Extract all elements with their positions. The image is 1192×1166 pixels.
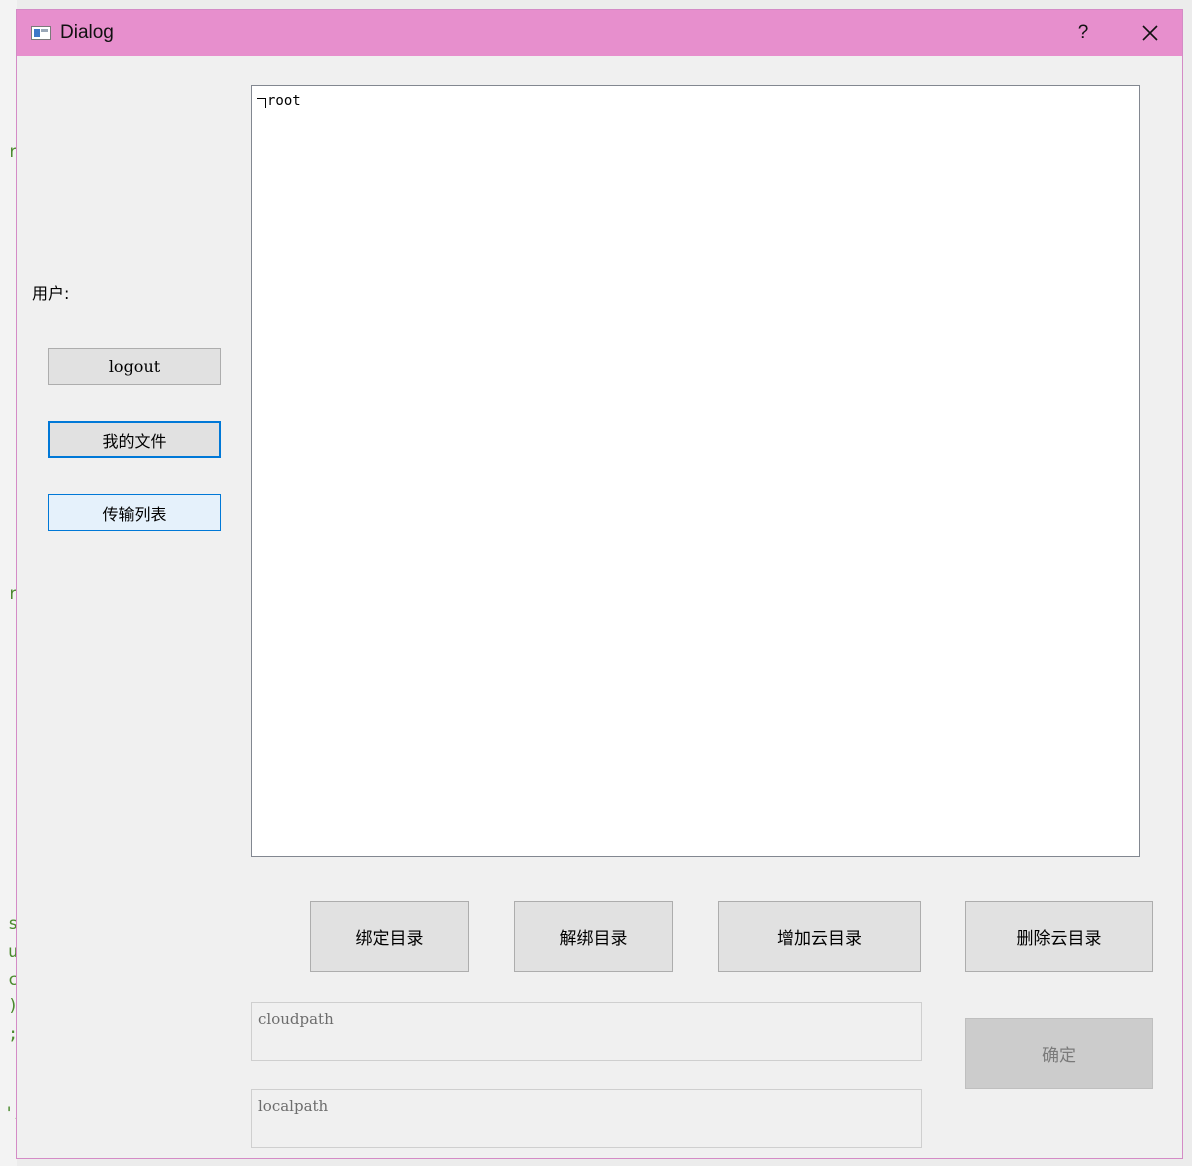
- tree-item-root[interactable]: root: [257, 93, 301, 109]
- title-bar[interactable]: Dialog ?: [17, 10, 1182, 56]
- logout-button[interactable]: logout: [48, 348, 221, 385]
- window-title: Dialog: [60, 22, 114, 43]
- file-tree-view[interactable]: root: [251, 85, 1140, 857]
- tree-branch-icon: [257, 98, 266, 108]
- close-icon: [1142, 25, 1158, 41]
- transfer-list-button[interactable]: 传输列表: [48, 494, 221, 531]
- add-cloud-directory-button[interactable]: 增加云目录: [718, 901, 921, 972]
- dialog-window: Dialog ? 用户: logout 我的文件 传输列表 root 绑定目录 …: [16, 9, 1183, 1159]
- help-button[interactable]: ?: [1063, 14, 1103, 52]
- user-label: 用户:: [32, 284, 70, 303]
- localpath-input[interactable]: [251, 1089, 922, 1148]
- background-editor-strip: [0, 0, 17, 1166]
- delete-cloud-directory-button[interactable]: 删除云目录: [965, 901, 1153, 972]
- tree-item-label: root: [267, 93, 301, 109]
- app-window-icon: [31, 26, 51, 40]
- bind-directory-button[interactable]: 绑定目录: [310, 901, 469, 972]
- my-files-button[interactable]: 我的文件: [48, 421, 221, 458]
- confirm-button[interactable]: 确定: [965, 1018, 1153, 1089]
- close-button[interactable]: [1125, 14, 1175, 52]
- unbind-directory-button[interactable]: 解绑目录: [514, 901, 673, 972]
- cloudpath-input[interactable]: [251, 1002, 922, 1061]
